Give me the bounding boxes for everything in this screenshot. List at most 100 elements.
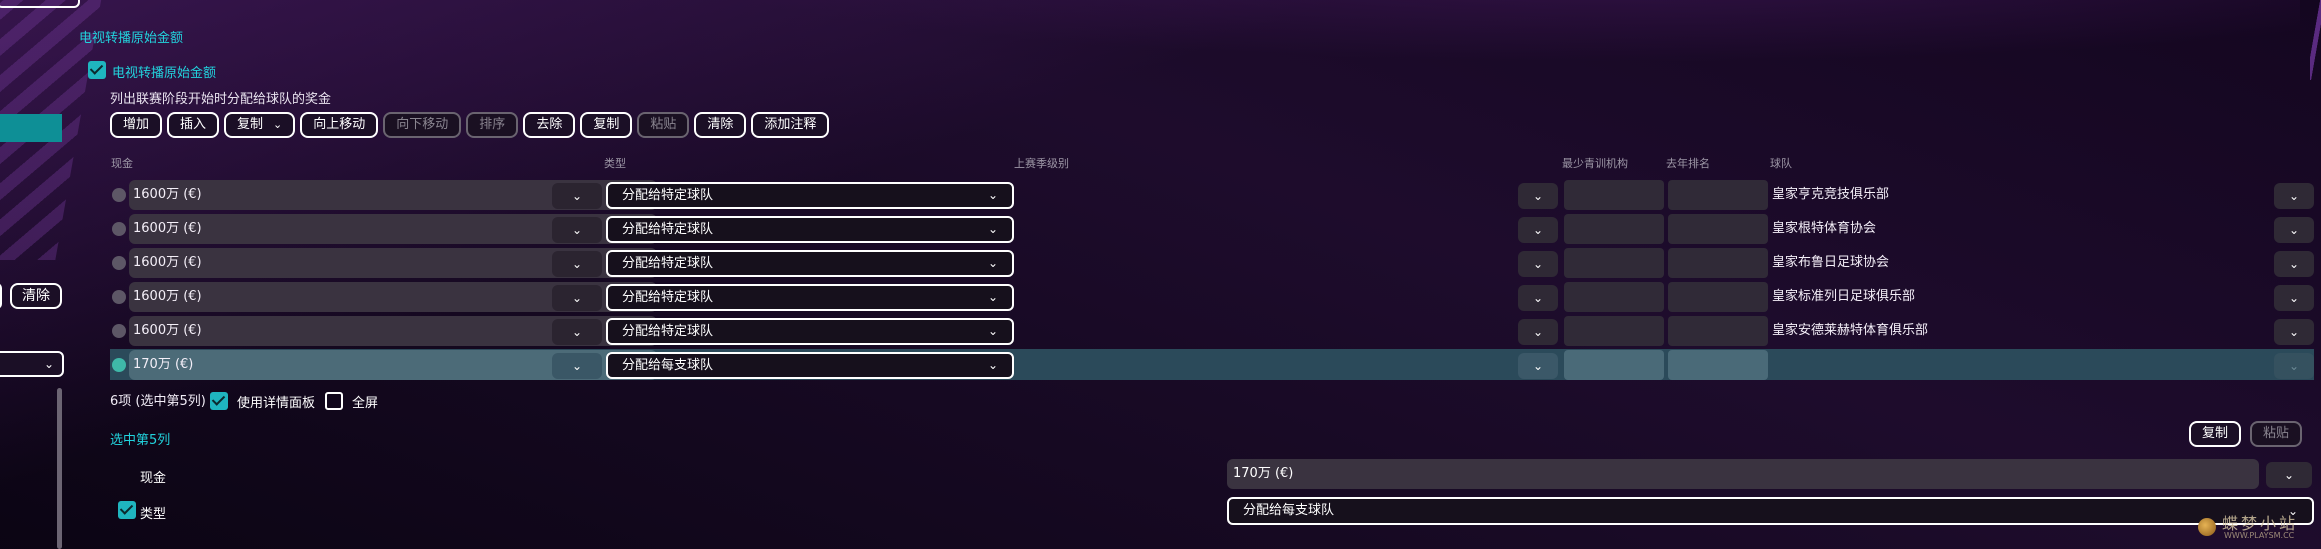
- fullscreen-checkbox[interactable]: [325, 392, 343, 410]
- type-select[interactable]: 分配给特定球队 ⌄: [606, 182, 1014, 209]
- chevron-down-icon: ⌄: [987, 324, 998, 338]
- cash-dropdown[interactable]: ⌄: [552, 217, 602, 243]
- prev-division-dropdown[interactable]: ⌄: [1518, 285, 1558, 311]
- move-up-button[interactable]: 向上移动: [300, 112, 379, 138]
- radio-dot-icon: [112, 290, 126, 304]
- detail-copy-button[interactable]: 复制: [2189, 421, 2242, 447]
- toolbar: 增加 插入 复制 ⌄ 向上移动 向下移动 排序 去除 复制 粘贴 清除 添加注释: [110, 112, 830, 138]
- table-row[interactable]: 1600万 (€) ⌄ 分配给特定球队 ⌄ ⌄ 皇家安德莱赫特体育俱乐部 ⌄: [110, 315, 2314, 346]
- min-facility-field[interactable]: [1564, 180, 1664, 210]
- prev-division-dropdown[interactable]: ⌄: [1518, 217, 1558, 243]
- detail-panel-label: 使用详情面板: [237, 396, 316, 411]
- last-rank-field[interactable]: [1668, 180, 1768, 210]
- last-rank-field[interactable]: [1668, 350, 1768, 380]
- detail-type-label: 类型: [140, 507, 167, 522]
- detail-cash-dropdown[interactable]: ⌄: [2266, 462, 2312, 488]
- cash-dropdown[interactable]: ⌄: [552, 183, 602, 209]
- min-facility-field[interactable]: [1564, 248, 1664, 278]
- last-rank-field[interactable]: [1668, 316, 1768, 346]
- table-row[interactable]: 1600万 (€) ⌄ 分配给特定球队 ⌄ ⌄ 皇家亨克竞技俱乐部 ⌄: [110, 179, 2314, 210]
- duplicate-dropdown-button[interactable]: 复制 ⌄: [224, 112, 296, 138]
- type-select[interactable]: 分配给特定球队 ⌄: [606, 216, 1014, 243]
- main-checkbox-label: 电视转播原始金额: [112, 66, 217, 81]
- chevron-down-icon: ⌄: [987, 188, 998, 202]
- prev-division-dropdown[interactable]: ⌄: [1518, 183, 1558, 209]
- team-dropdown[interactable]: ⌄: [2274, 353, 2314, 379]
- chevron-down-icon: ⌄: [987, 256, 998, 270]
- watermark-subtext: WWW.PLAYSM.CC: [2224, 531, 2295, 540]
- last-rank-field[interactable]: [1668, 282, 1768, 312]
- chevron-down-icon: ⌄: [987, 358, 998, 372]
- left-panel-button[interactable]: [0, 283, 2, 309]
- team-dropdown[interactable]: ⌄: [2274, 319, 2314, 345]
- column-header-prev-division: 上赛季级别: [1014, 157, 1069, 170]
- detail-cash-field[interactable]: 170万 (€): [1227, 459, 2259, 489]
- min-facility-field[interactable]: [1564, 316, 1664, 346]
- chevron-down-icon: ⌄: [987, 222, 998, 236]
- cash-dropdown[interactable]: ⌄: [552, 285, 602, 311]
- prev-division-dropdown[interactable]: ⌄: [1518, 251, 1558, 277]
- remove-button[interactable]: 去除: [523, 112, 576, 138]
- chevron-down-icon: ⌄: [571, 257, 583, 271]
- left-panel-select[interactable]: ⌄: [0, 351, 64, 377]
- type-select[interactable]: 分配给特定球队 ⌄: [606, 250, 1014, 277]
- last-rank-field[interactable]: [1668, 248, 1768, 278]
- chevron-down-icon: ⌄: [2288, 291, 2300, 305]
- prev-division-dropdown[interactable]: ⌄: [1518, 319, 1558, 345]
- chevron-down-icon: ⌄: [1532, 223, 1544, 237]
- chevron-down-icon: ⌄: [2288, 257, 2300, 271]
- paste-button[interactable]: 粘贴: [637, 112, 690, 138]
- left-panel-clear-button[interactable]: 清除: [10, 283, 62, 309]
- cash-dropdown[interactable]: ⌄: [552, 319, 602, 345]
- left-panel-button[interactable]: [0, 0, 80, 8]
- chevron-down-icon: ⌄: [2288, 189, 2300, 203]
- chevron-down-icon: ⌄: [571, 325, 583, 339]
- prev-division-dropdown[interactable]: ⌄: [1518, 353, 1558, 379]
- copy-button[interactable]: 复制: [580, 112, 633, 138]
- main-checkbox[interactable]: [88, 61, 106, 79]
- team-dropdown[interactable]: ⌄: [2274, 285, 2314, 311]
- last-rank-field[interactable]: [1668, 214, 1768, 244]
- table-row[interactable]: 1600万 (€) ⌄ 分配给特定球队 ⌄ ⌄ 皇家标准列日足球俱乐部 ⌄: [110, 281, 2314, 312]
- team-dropdown[interactable]: ⌄: [2274, 251, 2314, 277]
- left-panel-scrollbar[interactable]: [57, 388, 62, 549]
- detail-cash-label: 现金: [140, 471, 167, 486]
- background-sweep: [600, 0, 2300, 70]
- cash-dropdown[interactable]: ⌄: [552, 353, 602, 379]
- insert-button[interactable]: 插入: [167, 112, 220, 138]
- detail-type-checkbox[interactable]: [118, 501, 136, 519]
- chevron-down-icon: ⌄: [1532, 257, 1544, 271]
- radio-dot-icon: [112, 324, 126, 338]
- cash-dropdown[interactable]: ⌄: [552, 251, 602, 277]
- min-facility-field[interactable]: [1564, 282, 1664, 312]
- chevron-down-icon: ⌄: [43, 357, 54, 371]
- team-dropdown[interactable]: ⌄: [2274, 183, 2314, 209]
- column-header-last-rank: 去年排名: [1666, 157, 1710, 170]
- sort-button[interactable]: 排序: [466, 112, 519, 138]
- detail-paste-button[interactable]: 粘贴: [2250, 421, 2303, 447]
- team-name: 皇家亨克竞技俱乐部: [1772, 187, 1890, 202]
- watermark-logo-icon: [2198, 518, 2216, 536]
- type-select[interactable]: 分配给特定球队 ⌄: [606, 318, 1014, 345]
- team-dropdown[interactable]: ⌄: [2274, 217, 2314, 243]
- column-header-team: 球队: [1770, 157, 1792, 170]
- add-note-button[interactable]: 添加注释: [751, 112, 830, 138]
- table-row-selected[interactable]: 170万 (€) ⌄ 分配给每支球队 ⌄ ⌄ ⌄: [110, 349, 2314, 380]
- min-facility-field[interactable]: [1564, 350, 1664, 380]
- add-button[interactable]: 增加: [110, 112, 163, 138]
- detail-panel-checkbox[interactable]: [210, 392, 228, 410]
- min-facility-field[interactable]: [1564, 214, 1664, 244]
- move-down-button[interactable]: 向下移动: [383, 112, 462, 138]
- left-panel-selected-item[interactable]: [0, 114, 62, 142]
- chevron-down-icon: ⌄: [273, 118, 283, 131]
- table-row[interactable]: 1600万 (€) ⌄ 分配给特定球队 ⌄ ⌄ 皇家根特体育协会 ⌄: [110, 213, 2314, 244]
- row-count-summary: 6项 (选中第5列): [110, 394, 206, 409]
- section-title: 电视转播原始金额: [79, 31, 184, 46]
- detail-type-select[interactable]: 分配给每支球队 ⌄: [1227, 497, 2314, 525]
- type-select[interactable]: 分配给每支球队 ⌄: [606, 352, 1014, 379]
- background-edge-accent: [2310, 0, 2321, 80]
- type-select[interactable]: 分配给特定球队 ⌄: [606, 284, 1014, 311]
- table-row[interactable]: 1600万 (€) ⌄ 分配给特定球队 ⌄ ⌄ 皇家布鲁日足球协会 ⌄: [110, 247, 2314, 278]
- chevron-down-icon: ⌄: [2288, 325, 2300, 339]
- clear-button[interactable]: 清除: [694, 112, 747, 138]
